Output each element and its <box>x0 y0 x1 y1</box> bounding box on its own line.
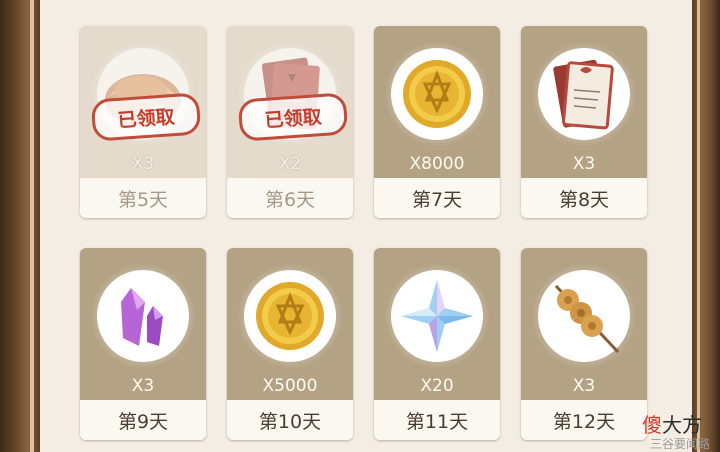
reward-quantity: X5000 <box>262 376 318 396</box>
reward-card-day-12[interactable]: X3 第12天 <box>521 248 647 440</box>
reward-quantity: X3 <box>131 154 155 174</box>
reward-quantity: X3 <box>572 376 596 396</box>
day-label: 第11天 <box>374 400 500 440</box>
purple-crystal-icon <box>121 288 163 346</box>
reward-quantity: X2 <box>278 154 302 174</box>
meatball-skewer-icon <box>554 284 620 354</box>
reward-quantity: X20 <box>420 376 454 396</box>
day-label: 第6天 <box>227 178 353 218</box>
frame-left-border <box>0 0 40 452</box>
reward-quantity: X3 <box>572 154 596 174</box>
reward-card-day-11[interactable]: X20 第11天 <box>374 248 500 440</box>
star-crystal-icon <box>401 280 473 352</box>
reward-card-day-9[interactable]: X3 第9天 <box>80 248 206 440</box>
day-label: 第8天 <box>521 178 647 218</box>
frame-right-border <box>692 0 720 452</box>
red-book-icon <box>553 59 614 130</box>
watermark-subtext: 三谷要闻路 <box>649 437 710 451</box>
gold-coin-icon <box>403 60 471 128</box>
gold-coin-icon <box>256 282 324 350</box>
day-label: 第7天 <box>374 178 500 218</box>
watermark-logo: 傻大方 <box>642 413 702 437</box>
reward-quantity: X3 <box>131 376 155 396</box>
day-label: 第10天 <box>227 400 353 440</box>
reward-card-day-10[interactable]: X5000 第10天 <box>227 248 353 440</box>
day-label: 第9天 <box>80 400 206 440</box>
reward-card-day-6[interactable]: 已领取 X2 第6天 <box>227 26 353 218</box>
reward-card-day-8[interactable]: X3 第8天 <box>521 26 647 218</box>
reward-panel: 已领取 X3 第5天 已领取 X2 第6天 X8000 第7天 X3 第8天 X… <box>40 0 692 452</box>
day-label: 第5天 <box>80 178 206 218</box>
reward-quantity: X8000 <box>409 154 465 174</box>
claimed-stamp: 已领取 <box>237 92 349 142</box>
claimed-stamp: 已领取 <box>90 92 202 142</box>
reward-card-day-5[interactable]: 已领取 X3 第5天 <box>80 26 206 218</box>
day-label: 第12天 <box>521 400 647 440</box>
reward-card-day-7[interactable]: X8000 第7天 <box>374 26 500 218</box>
